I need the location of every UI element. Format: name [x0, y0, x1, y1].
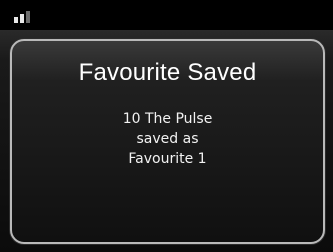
signal-bar	[26, 11, 30, 23]
dialog-message: 10 The Pulse saved as Favourite 1	[12, 109, 323, 169]
signal-bar	[14, 17, 18, 23]
signal-bar	[20, 14, 24, 23]
status-bar	[0, 0, 333, 30]
favourite-slot-line: Favourite 1	[128, 151, 207, 167]
favourite-saved-dialog: Favourite Saved 10 The Pulse saved as Fa…	[10, 39, 325, 244]
dialog-title: Favourite Saved	[78, 59, 257, 86]
signal-strength-icon	[14, 9, 38, 23]
device-screen: Favourite Saved 10 The Pulse saved as Fa…	[0, 0, 333, 252]
saved-as-line: saved as	[136, 131, 199, 147]
station-name-line: 10 The Pulse	[122, 111, 213, 127]
